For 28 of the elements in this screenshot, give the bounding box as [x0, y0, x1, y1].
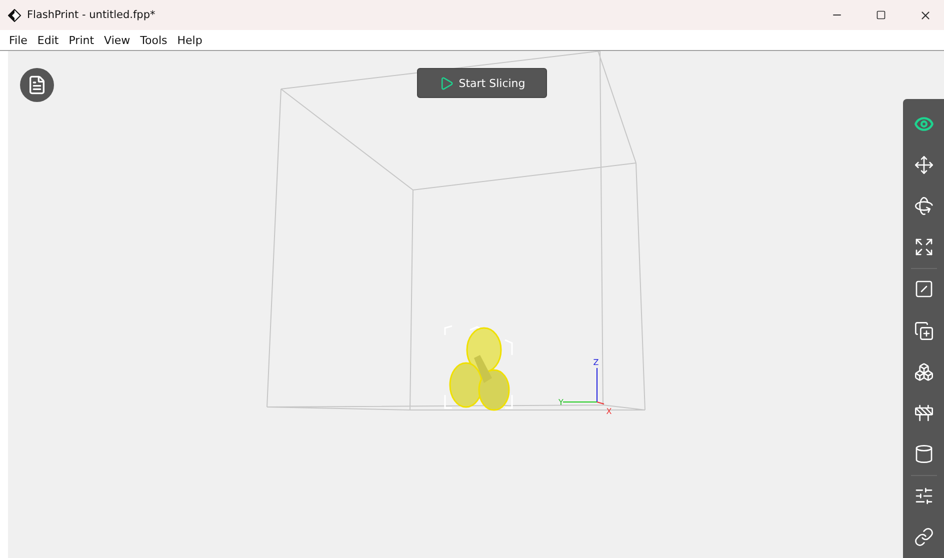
barrier-icon [914, 402, 934, 423]
move-icon [914, 154, 934, 175]
axis-gizmo-drawing [562, 368, 604, 404]
maximize-icon [876, 10, 886, 20]
add-copy-icon [914, 320, 934, 341]
axis-label: Z [593, 358, 599, 367]
play-icon [438, 76, 454, 90]
start-slicing-button[interactable]: Start Slicing [417, 68, 547, 98]
document-icon [27, 75, 47, 95]
link-icon [914, 527, 934, 548]
settings-icon [914, 486, 934, 506]
menu-item[interactable]: Help [172, 34, 208, 46]
slashed-square-icon [914, 279, 934, 300]
menu-item[interactable]: View [99, 34, 136, 46]
app-logo-icon [8, 8, 21, 22]
expand-icon [914, 237, 934, 258]
menu-item[interactable]: Print [64, 34, 100, 46]
cylinder-icon [914, 444, 934, 464]
window-title: FlashPrint - untitled.fpp* [27, 9, 156, 21]
menu-item[interactable]: Tools [135, 34, 172, 46]
menu-item[interactable]: Edit [32, 34, 64, 46]
rotate-icon [914, 196, 934, 216]
menu-item[interactable]: File [4, 34, 32, 46]
document-button[interactable] [20, 68, 54, 102]
axis-label: X [606, 407, 612, 416]
axis-label: Y [558, 398, 564, 407]
close-icon [918, 8, 932, 22]
boxes-icon [914, 362, 934, 382]
